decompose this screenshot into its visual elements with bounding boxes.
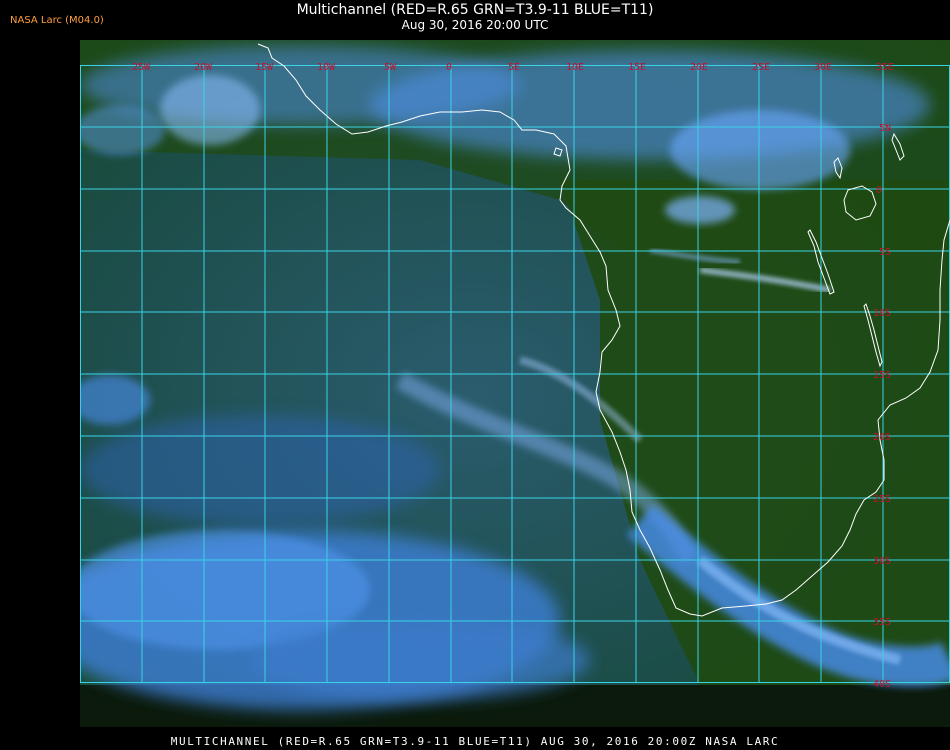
lon-label-25e: 25E xyxy=(752,62,770,73)
lat-label-35s: 35S xyxy=(873,617,891,628)
lon-label-5e: 5E xyxy=(508,62,520,73)
lon-label-10e: 10E xyxy=(566,62,584,73)
lat-label-5s: 5S xyxy=(879,247,891,258)
lat-label-40s: 40S xyxy=(873,679,891,690)
lat-label-0: 0 xyxy=(876,185,882,196)
lon-label-10w: 10W xyxy=(317,62,336,73)
lon-label-0: 0 xyxy=(446,62,452,73)
lon-label-15w: 15W xyxy=(255,62,274,73)
lat-label-20s: 20S xyxy=(873,432,891,443)
lat-label-15s: 15S xyxy=(873,370,891,381)
satellite-map: 25W 20W 15W 10W 5W 0 5E 10E 15E 20E 25E … xyxy=(80,40,950,727)
lat-label-30s: 30S xyxy=(873,556,891,567)
lon-label-30e: 30E xyxy=(814,62,832,73)
lon-label-20w: 20W xyxy=(194,62,213,73)
lat-label-10s: 10S xyxy=(873,308,891,319)
lon-label-35e: 35E xyxy=(876,62,894,73)
lon-label-25w: 25W xyxy=(132,62,151,73)
lon-label-20e: 20E xyxy=(690,62,708,73)
lon-label-15e: 15E xyxy=(628,62,646,73)
lat-label-25s: 25S xyxy=(873,494,891,505)
lat-label-5n: 5N xyxy=(879,123,891,134)
lon-label-5w: 5W xyxy=(384,62,397,73)
footer-caption: MULTICHANNEL (RED=R.65 GRN=T3.9-11 BLUE=… xyxy=(170,735,780,748)
